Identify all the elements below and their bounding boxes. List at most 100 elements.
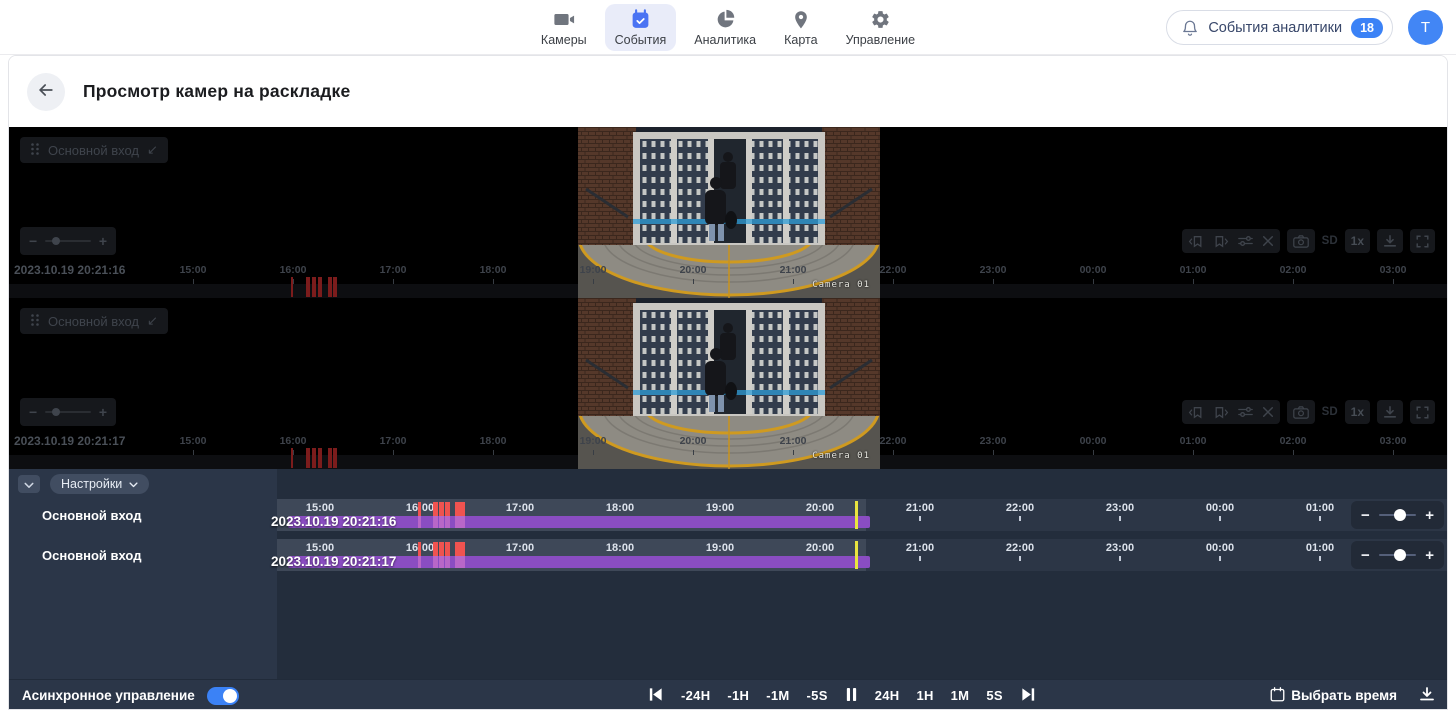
step-forward-button-3[interactable]: 5S	[986, 688, 1003, 703]
motion-event-marker[interactable]	[328, 277, 332, 297]
motion-event-marker[interactable]	[333, 448, 337, 468]
zoom-slider-track[interactable]	[1379, 514, 1416, 516]
motion-event-marker[interactable]	[439, 542, 444, 556]
playhead[interactable]	[855, 541, 858, 569]
speed-button[interactable]: 1x	[1345, 229, 1370, 253]
collapse-arrow-icon[interactable]: ↙	[147, 313, 158, 329]
step-forward-button-2[interactable]: 1M	[951, 688, 970, 703]
settings-dropdown[interactable]: Настройки	[50, 474, 149, 494]
pause-button[interactable]	[845, 686, 858, 706]
calendar-icon	[1270, 687, 1285, 705]
motion-event-marker-on-bar[interactable]	[439, 556, 444, 568]
motion-event-marker[interactable]	[306, 277, 310, 297]
quality-label[interactable]: SD	[1322, 235, 1338, 247]
motion-event-marker[interactable]	[333, 277, 337, 297]
motion-event-marker[interactable]	[312, 277, 316, 297]
nav-item-events[interactable]: События	[605, 4, 677, 51]
motion-event-marker[interactable]	[460, 502, 465, 516]
motion-event-marker-on-bar[interactable]	[445, 516, 450, 528]
step-forward-button-1[interactable]: 1H	[916, 688, 933, 703]
step-back-button-2[interactable]: -1M	[766, 688, 789, 703]
step-back-button-3[interactable]: -5S	[807, 688, 828, 703]
skip-end-button[interactable]	[1020, 686, 1037, 706]
motion-event-marker[interactable]	[318, 448, 322, 468]
motion-event-marker[interactable]	[433, 542, 438, 556]
motion-event-marker-on-bar[interactable]	[460, 516, 465, 528]
close-icon[interactable]	[1262, 406, 1274, 418]
nav-item-cameras[interactable]: Камеры	[531, 4, 597, 51]
motion-event-marker[interactable]	[318, 277, 322, 297]
motion-event-marker-on-bar[interactable]	[418, 556, 421, 568]
analytics-events-button[interactable]: События аналитики 18	[1166, 10, 1393, 45]
motion-event-marker[interactable]	[445, 542, 450, 556]
motion-event-marker-on-bar[interactable]	[445, 556, 450, 568]
motion-event-marker[interactable]	[312, 448, 316, 468]
motion-event-marker-on-bar[interactable]	[418, 516, 421, 528]
zoom-in-button[interactable]: +	[1425, 548, 1434, 563]
step-forward-button-0[interactable]: 24H	[875, 688, 900, 703]
download-button[interactable]	[1377, 229, 1403, 253]
snapshot-button[interactable]	[1287, 229, 1315, 253]
motion-event-marker-on-bar[interactable]	[433, 556, 438, 568]
motion-event-marker[interactable]	[439, 502, 444, 516]
async-toggle[interactable]	[207, 687, 239, 705]
filter-sliders-icon[interactable]	[1238, 235, 1253, 247]
prev-bookmark-icon[interactable]	[1188, 406, 1204, 419]
zoom-slider-knob[interactable]	[1394, 509, 1406, 521]
motion-event-marker-on-bar[interactable]	[460, 556, 465, 568]
playback-bar: Асинхронное управление -24H-1H-1M-5S24H1…	[9, 679, 1447, 710]
motion-event-marker-on-bar[interactable]	[439, 516, 444, 528]
drag-handle-icon[interactable]	[30, 142, 40, 159]
download-button[interactable]	[1377, 400, 1403, 424]
zoom-slider-track[interactable]	[1379, 554, 1416, 556]
fullscreen-button[interactable]	[1410, 229, 1435, 253]
camera-name-chip[interactable]: Основной вход ↙	[20, 308, 168, 334]
snapshot-button[interactable]	[1287, 400, 1315, 424]
prev-bookmark-icon[interactable]	[1188, 235, 1204, 248]
camera-name-chip[interactable]: Основной вход ↙	[20, 137, 168, 163]
select-time-button[interactable]: Выбрать время	[1264, 686, 1403, 706]
zoom-slider-track[interactable]	[45, 240, 91, 242]
next-bookmark-icon[interactable]	[1213, 406, 1229, 419]
zoom-out-button[interactable]: −	[29, 234, 37, 248]
camera-video[interactable]: Camera 01	[578, 298, 880, 469]
step-back-button-1[interactable]: -1H	[727, 688, 749, 703]
zoom-out-button[interactable]: −	[1361, 508, 1370, 523]
zoom-slider-knob[interactable]	[52, 237, 60, 245]
motion-event-marker[interactable]	[460, 542, 465, 556]
zoom-out-button[interactable]: −	[1361, 548, 1370, 563]
step-back-button-0[interactable]: -24H	[681, 688, 710, 703]
quality-label[interactable]: SD	[1322, 406, 1338, 418]
camera-video[interactable]: Camera 01	[578, 127, 880, 298]
zoom-slider-track[interactable]	[45, 411, 91, 413]
nav-item-map[interactable]: Карта	[774, 4, 827, 51]
motion-event-marker[interactable]	[418, 542, 421, 556]
fullscreen-button[interactable]	[1410, 400, 1435, 424]
user-avatar[interactable]: T	[1408, 10, 1443, 45]
motion-event-marker[interactable]	[418, 502, 421, 516]
collapse-arrow-icon[interactable]: ↙	[147, 142, 158, 158]
playhead[interactable]	[855, 501, 858, 529]
zoom-in-button[interactable]: +	[1425, 508, 1434, 523]
zoom-in-button[interactable]: +	[99, 405, 107, 419]
speed-button[interactable]: 1x	[1345, 400, 1370, 424]
nav-item-analytics[interactable]: Аналитика	[684, 4, 766, 51]
nav-item-management[interactable]: Управление	[836, 4, 926, 51]
close-icon[interactable]	[1262, 235, 1274, 247]
motion-event-marker[interactable]	[328, 448, 332, 468]
drag-handle-icon[interactable]	[30, 313, 40, 330]
skip-start-button[interactable]	[647, 686, 664, 706]
next-bookmark-icon[interactable]	[1213, 235, 1229, 248]
motion-event-marker-on-bar[interactable]	[433, 516, 438, 528]
motion-event-marker[interactable]	[445, 502, 450, 516]
zoom-in-button[interactable]: +	[99, 234, 107, 248]
motion-event-marker[interactable]	[433, 502, 438, 516]
export-download-button[interactable]	[1419, 686, 1435, 705]
collapse-panel-button[interactable]	[18, 475, 40, 493]
zoom-out-button[interactable]: −	[29, 405, 37, 419]
zoom-slider-knob[interactable]	[52, 408, 60, 416]
zoom-slider-knob[interactable]	[1394, 549, 1406, 561]
back-button[interactable]	[27, 73, 65, 111]
filter-sliders-icon[interactable]	[1238, 406, 1253, 418]
motion-event-marker[interactable]	[306, 448, 310, 468]
